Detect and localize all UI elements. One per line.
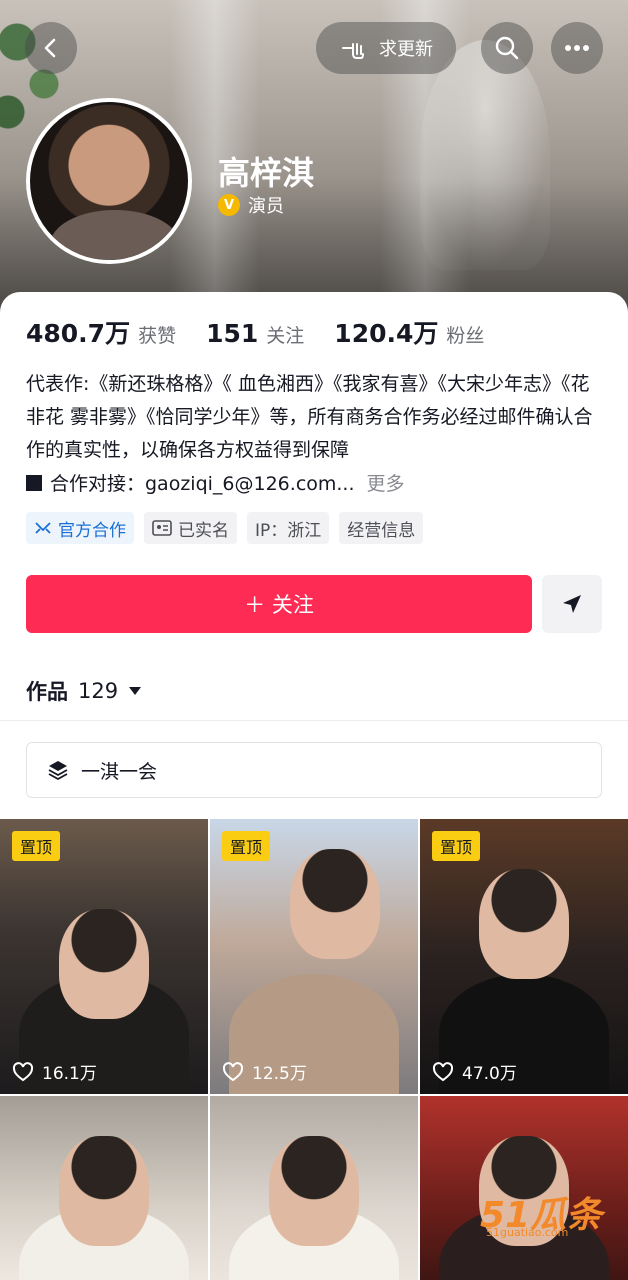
- tag-real-name[interactable]: 已实名: [144, 512, 237, 544]
- tag-row: 官方合作 已实名 IP：浙江 经营信息: [26, 512, 424, 544]
- more-button[interactable]: [551, 22, 603, 74]
- request-update-label: 求更新: [379, 39, 433, 60]
- watermark-url: 51guatiao.com: [486, 1226, 569, 1239]
- caret-down-icon: [129, 687, 142, 695]
- bio-more-link[interactable]: 更多: [367, 468, 405, 501]
- bio-contact: 合作对接：gaoziqi_6@126.com... 更多: [26, 468, 606, 501]
- pinned-badge: 置顶: [432, 831, 481, 861]
- search-button[interactable]: [481, 22, 533, 74]
- tag-official-cooperation[interactable]: 官方合作: [26, 512, 134, 544]
- search-icon: [495, 36, 519, 60]
- tag-business-info[interactable]: 经营信息: [339, 512, 424, 544]
- cooperation-icon: [35, 522, 51, 534]
- request-update-button[interactable]: 求更新: [316, 22, 456, 74]
- follow-button[interactable]: ＋ 关注: [26, 575, 532, 633]
- video-thumbnail[interactable]: 置顶 12.5万: [210, 819, 418, 1094]
- like-count: 16.1万: [12, 1059, 97, 1084]
- square-icon: [26, 475, 42, 491]
- back-button[interactable]: [25, 22, 77, 74]
- video-thumbnail[interactable]: [0, 1096, 208, 1280]
- share-button[interactable]: [542, 575, 602, 633]
- layers-icon: [48, 761, 68, 781]
- chevron-left-icon: [44, 38, 56, 58]
- verify-label: 演员: [248, 196, 284, 217]
- follow-label: ＋ 关注: [244, 593, 314, 617]
- bio-text: 代表作:《新还珠格格》《 血色湘西》《我家有喜》《大宋少年志》《花非花 雾非雾》…: [26, 373, 593, 461]
- stats-row: 480.7万 获赞 151 关注 120.4万 粉丝: [26, 314, 484, 350]
- stat-likes: 480.7万 获赞: [26, 319, 177, 348]
- video-thumbnail[interactable]: [210, 1096, 418, 1280]
- stat-following[interactable]: 151 关注: [206, 319, 304, 348]
- stat-followers[interactable]: 120.4万 粉丝: [334, 314, 484, 350]
- avatar[interactable]: [26, 98, 192, 264]
- works-count: 129: [78, 679, 119, 703]
- divider: [0, 720, 628, 721]
- collection-entry[interactable]: 一淇一会: [26, 742, 602, 798]
- like-count: 47.0万: [432, 1059, 517, 1084]
- pointing-hand-icon: [342, 43, 364, 59]
- video-thumbnail[interactable]: 置顶 16.1万: [0, 819, 208, 1094]
- more-icon: [565, 45, 589, 51]
- works-label: 作品: [26, 680, 68, 704]
- heart-icon: [222, 1061, 244, 1081]
- pinned-badge: 置顶: [12, 831, 61, 861]
- tag-ip-location: IP：浙江: [247, 512, 330, 544]
- video-thumbnail[interactable]: 置顶 47.0万: [420, 819, 628, 1094]
- id-card-icon: [152, 520, 172, 536]
- heart-icon: [432, 1061, 454, 1081]
- heart-icon: [12, 1061, 34, 1081]
- profile-card: 480.7万 获赞 151 关注 120.4万 粉丝 代表作:《新还珠格格》《 …: [0, 292, 628, 1280]
- pinned-badge: 置顶: [222, 831, 271, 861]
- verified-icon: V: [218, 194, 240, 216]
- send-icon: [563, 595, 581, 613]
- contact-text: 合作对接：gaoziqi_6@126.com...: [50, 473, 355, 495]
- verify-badge: V 演员: [218, 192, 284, 218]
- works-tab[interactable]: 作品 129: [26, 676, 142, 706]
- collection-label: 一淇一会: [81, 760, 158, 783]
- like-count: 12.5万: [222, 1059, 307, 1084]
- profile-name: 高梓淇: [218, 154, 315, 192]
